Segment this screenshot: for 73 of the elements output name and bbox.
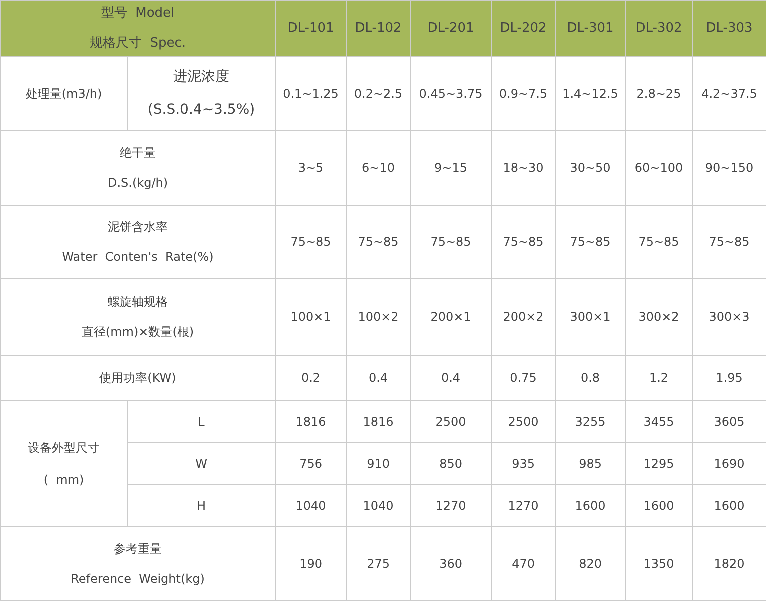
table-cell: 1600 (626, 484, 693, 526)
table-cell: 850 (410, 442, 492, 484)
row-label: H (128, 484, 276, 526)
table-cell: 0.75 (492, 356, 556, 400)
table-cell: 300×1 (556, 278, 626, 356)
table-cell: 1600 (556, 484, 626, 526)
table-cell: 100×1 (276, 278, 347, 356)
header-cell: DL-202 (492, 0, 556, 56)
row-label: 泥饼含水率 Water Conten's Rate(%) (0, 206, 276, 278)
header-cell: DL-101 (276, 0, 347, 56)
table-cell: 1040 (276, 484, 347, 526)
table-cell: 1270 (492, 484, 556, 526)
row-label: 进泥浓度 (S.S.0.4~3.5%) (128, 56, 276, 130)
header-cell: 型号 Model 规格尺寸 Spec. (0, 0, 276, 56)
table-cell: 360 (410, 526, 492, 600)
table-cell: 820 (556, 526, 626, 600)
header-cell: DL-201 (410, 0, 492, 56)
table-cell: 1270 (410, 484, 492, 526)
table-cell: 300×2 (626, 278, 693, 356)
table-cell: 0.1~1.25 (276, 56, 347, 130)
table-cell: 6~10 (346, 130, 411, 206)
table-cell: 2500 (410, 400, 492, 442)
row-label: 螺旋轴规格 直径(mm)×数量(根) (0, 278, 276, 356)
table-cell: 1350 (626, 526, 693, 600)
row-label: W (128, 442, 276, 484)
table-cell: 3455 (626, 400, 693, 442)
table-cell: 0.8 (556, 356, 626, 400)
table-cell: 470 (492, 526, 556, 600)
row-label: 处理量(m3/h) (0, 56, 128, 130)
table-cell: 1816 (276, 400, 347, 442)
table-cell: 2500 (492, 400, 556, 442)
table-cell: 75~85 (626, 206, 693, 278)
table-cell: 60~100 (626, 130, 693, 206)
table-cell: 9~15 (410, 130, 492, 206)
header-cell: DL-302 (626, 0, 693, 56)
table-cell: 756 (276, 442, 347, 484)
table-cell: 190 (276, 526, 347, 600)
table-cell: 18~30 (492, 130, 556, 206)
header-cell: DL-303 (692, 0, 766, 56)
table-cell: 0.9~7.5 (492, 56, 556, 130)
row-label: 设备外型尺寸 ( mm) (0, 400, 128, 526)
table-cell: 2.8~25 (626, 56, 693, 130)
table-cell: 75~85 (346, 206, 411, 278)
table-cell: 200×1 (410, 278, 492, 356)
table-cell: 935 (492, 442, 556, 484)
table-cell: 0.4 (346, 356, 411, 400)
table-cell: 1040 (346, 484, 411, 526)
table-cell: 1.4~12.5 (556, 56, 626, 130)
table-cell: 275 (346, 526, 411, 600)
table-cell: 910 (346, 442, 411, 484)
row-label: L (128, 400, 276, 442)
table-cell: 75~85 (410, 206, 492, 278)
table-cell: 985 (556, 442, 626, 484)
table-cell: 75~85 (276, 206, 347, 278)
table-cell: 100×2 (346, 278, 411, 356)
table-cell: 1295 (626, 442, 693, 484)
row-label: 使用功率(KW) (0, 356, 276, 400)
table-cell: 3~5 (276, 130, 347, 206)
table-cell: 0.2~2.5 (346, 56, 411, 130)
table-cell: 0.2 (276, 356, 347, 400)
table-cell: 0.4 (410, 356, 492, 400)
header-cell: DL-102 (346, 0, 411, 56)
table-cell: 1816 (346, 400, 411, 442)
table-cell: 75~85 (492, 206, 556, 278)
table-cell: 0.45~3.75 (410, 56, 492, 130)
header-cell: DL-301 (556, 0, 626, 56)
table-cell: 200×2 (492, 278, 556, 356)
table-cell: 3255 (556, 400, 626, 442)
table-cell: 1.2 (626, 356, 693, 400)
table-cell: 75~85 (556, 206, 626, 278)
row-label: 绝干量 D.S.(kg/h) (0, 130, 276, 206)
row-label: 参考重量 Reference Weight(kg) (0, 526, 276, 600)
table-cell: 30~50 (556, 130, 626, 206)
